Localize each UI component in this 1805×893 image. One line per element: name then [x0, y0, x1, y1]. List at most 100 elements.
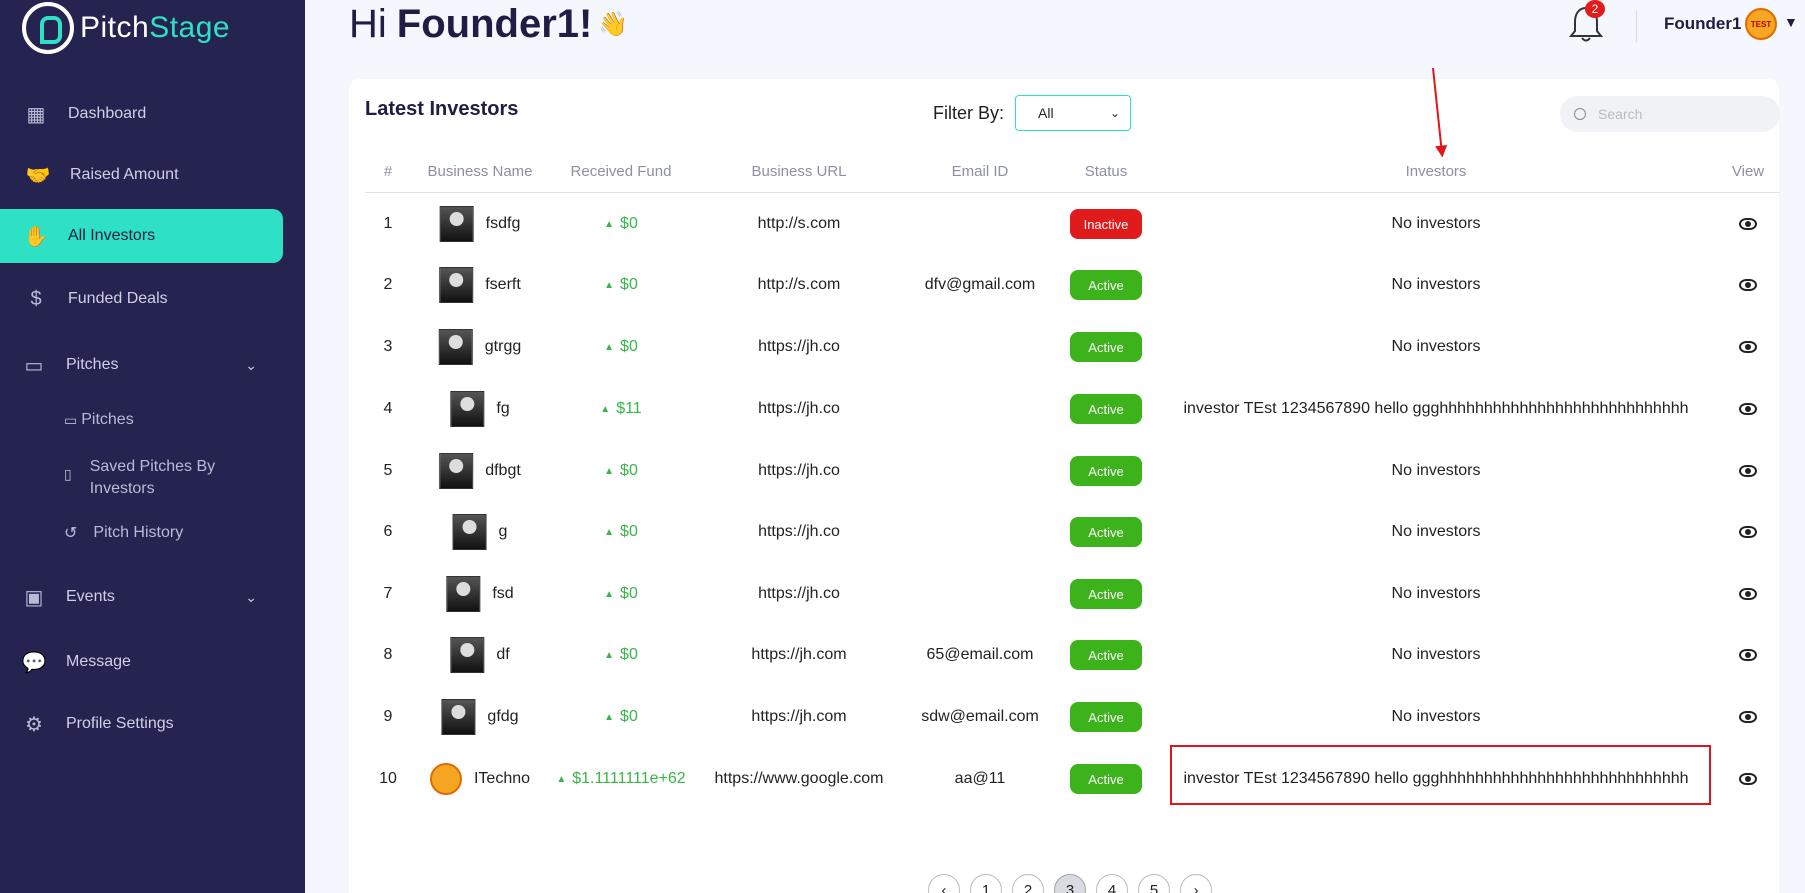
cell-received-fund: ▲ $0 — [604, 338, 638, 356]
sidebar-item-label: Profile Settings — [66, 715, 174, 732]
cell-business-url[interactable]: http://s.com — [758, 276, 841, 294]
business-logo — [452, 514, 487, 550]
cell-status: Active — [1070, 640, 1142, 670]
cell-business-url-text: http://s.com — [757, 276, 841, 293]
cell-business-url[interactable]: https://jh.co — [758, 462, 840, 480]
sidebar-subitem-saved-pitches[interactable]: ▯ Saved Pitches By Investors — [64, 456, 215, 500]
cell-number: 3 — [384, 338, 393, 356]
cell-received-fund-text: $0 — [620, 585, 638, 602]
card-title: Latest Investors — [365, 98, 519, 120]
business-logo — [439, 267, 474, 303]
filter-selected-value: All — [1038, 105, 1054, 121]
eye-icon — [1739, 465, 1757, 477]
trend-up-icon: ▲ — [604, 711, 615, 723]
search-placeholder: Search — [1598, 106, 1643, 122]
business-logo — [450, 637, 485, 673]
sidebar-item-pitches[interactable]: ▭ Pitches ⌄ — [20, 351, 283, 379]
cell-received-fund-text: $0 — [620, 523, 638, 540]
user-name[interactable]: Founder1 — [1664, 14, 1741, 34]
sidebar-item-label: Pitches — [66, 356, 119, 373]
cell-received-fund: ▲ $0 — [604, 585, 638, 603]
cell-number: 1 — [384, 215, 393, 233]
cell-number-text: 1 — [383, 215, 393, 232]
brand-logo[interactable]: PitchStage — [22, 0, 230, 56]
eye-icon — [1739, 341, 1757, 353]
cell-number: 6 — [384, 523, 393, 541]
cell-received-fund: ▲ $0 — [604, 646, 638, 664]
cell-business-name: fsd — [446, 576, 514, 612]
cell-business-url[interactable]: https://www.google.com — [715, 770, 884, 788]
filter-label: Filter By: — [933, 103, 1005, 123]
cell-business-name-text: dfbgt — [485, 462, 521, 479]
status-badge: Active — [1070, 517, 1142, 547]
cell-investors-text: investor TEst 1234567890 hello ggghhhhhh… — [1183, 400, 1689, 417]
sidebar-item-raised-amount[interactable]: 🤝 Raised Amount — [24, 161, 307, 189]
cell-business-url[interactable]: http://s.com — [758, 215, 841, 233]
cell-business-url[interactable]: https://jh.co — [758, 400, 840, 418]
table-row: 7 fsd ▲ $0 https://jh.co Active No investors — [365, 563, 1780, 625]
wave-emoji-icon: 👋 — [598, 10, 629, 38]
cell-business-name-text: fsdfg — [485, 215, 521, 232]
col-view: View — [1731, 163, 1765, 180]
presentation-icon: ▭ — [24, 354, 44, 377]
cell-received-fund-text: $0 — [620, 708, 638, 725]
view-button[interactable] — [1739, 649, 1757, 661]
cell-investors-text: No investors — [1391, 708, 1481, 725]
cell-business-url-text: https://jh.com — [751, 646, 847, 663]
eye-icon — [1739, 279, 1757, 291]
view-button[interactable] — [1739, 403, 1757, 415]
filter-select[interactable]: All ⌄ — [1015, 95, 1131, 131]
cell-status: Active — [1070, 332, 1142, 362]
sidebar-item-events[interactable]: ▣ Events ⌄ — [20, 583, 283, 611]
sidebar-subitem-pitch-history[interactable]: ↺ Pitch History — [64, 523, 183, 543]
cell-number-text: 2 — [383, 276, 393, 293]
cell-business-url[interactable]: https://jh.com — [751, 708, 846, 726]
business-logo — [441, 699, 476, 735]
cell-business-name-text: fsd — [492, 585, 514, 602]
cell-number-text: 4 — [383, 400, 393, 417]
cell-number-text: 9 — [383, 708, 393, 725]
cell-investors: No investors — [1392, 708, 1481, 726]
cell-business-url-text: https://jh.co — [758, 523, 840, 540]
dashboard-grid-icon: ▦ — [26, 103, 46, 126]
status-badge: Active — [1070, 270, 1142, 300]
cell-business-url[interactable]: https://jh.com — [751, 646, 846, 664]
cell-investors-text: No investors — [1391, 462, 1481, 479]
cell-email: sdw@email.com — [921, 708, 1039, 726]
view-button[interactable] — [1739, 773, 1757, 785]
sidebar-item-message[interactable]: 💬 Message — [20, 648, 303, 676]
cell-business-url[interactable]: https://jh.co — [758, 523, 840, 541]
cell-investors-text: No investors — [1391, 338, 1481, 355]
sidebar-item-label: Message — [66, 653, 131, 670]
cell-business-url[interactable]: https://jh.co — [758, 585, 840, 603]
status-badge: Active — [1070, 394, 1142, 424]
view-button[interactable] — [1739, 526, 1757, 538]
cell-business-name-text: gtrgg — [484, 338, 522, 355]
calendar-icon: ▣ — [24, 586, 44, 609]
cell-number-text: 3 — [383, 338, 393, 355]
view-button[interactable] — [1739, 218, 1757, 230]
sidebar-subitem-pitches[interactable]: ▭ Pitches — [64, 411, 134, 429]
sidebar-item-funded-deals[interactable]: $ Funded Deals — [22, 285, 305, 313]
caret-down-icon[interactable]: ▼ — [1784, 14, 1798, 30]
view-button[interactable] — [1739, 341, 1757, 353]
cell-received-fund: ▲ $0 — [604, 215, 638, 233]
sidebar-item-all-investors[interactable]: ✋ All Investors — [0, 209, 283, 263]
view-button[interactable] — [1739, 279, 1757, 291]
view-button[interactable] — [1739, 588, 1757, 600]
view-button[interactable] — [1739, 711, 1757, 723]
brand-name-part2: Stage — [149, 11, 231, 44]
cell-business-url-text: https://jh.com — [751, 708, 847, 725]
cell-business-name-text: ITechno — [473, 770, 531, 787]
table-row: 1 fsdfg ▲ $0 http://s.com Inactive No investor… — [365, 193, 1780, 255]
cell-received-fund: ▲ $1.1111111e+62 — [556, 770, 685, 788]
eye-icon — [1739, 403, 1757, 415]
search-input[interactable]: Search — [1560, 96, 1780, 132]
col-email-id: Email ID — [951, 163, 1009, 180]
cell-business-url[interactable]: https://jh.co — [758, 338, 840, 356]
sidebar-item-profile-settings[interactable]: ⚙ Profile Settings — [20, 710, 303, 738]
sidebar-item-dashboard[interactable]: ▦ Dashboard — [22, 100, 305, 128]
cell-investors: No investors — [1392, 523, 1481, 541]
view-button[interactable] — [1739, 465, 1757, 477]
avatar[interactable]: TEST — [1745, 8, 1777, 40]
